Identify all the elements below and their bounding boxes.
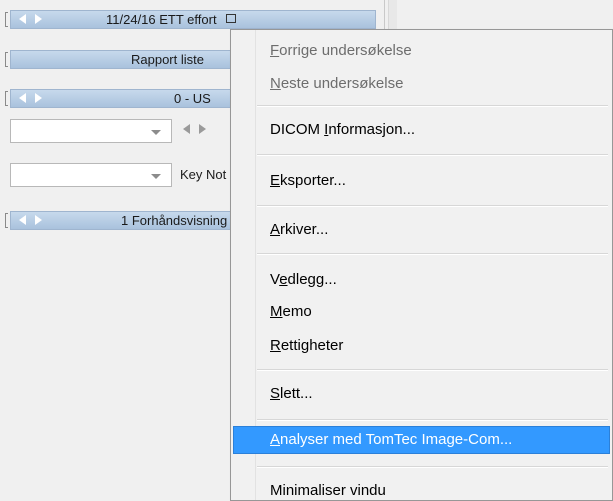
row-checkbox[interactable] [5,52,8,67]
next-gray-icon[interactable] [199,124,206,134]
row-checkbox[interactable] [5,213,8,228]
menu-separator [257,466,608,468]
prev-arrow-icon[interactable] [19,14,26,24]
menu-item-analyze-tomtec[interactable]: Analyser med TomTec Image-Com... [270,431,512,448]
prev-arrow-icon[interactable] [19,93,26,103]
row-checkbox[interactable] [5,91,8,106]
menu-item-delete[interactable]: Slett... [270,385,313,402]
menu-item-minimize-window[interactable]: Minimaliser vindu [270,482,386,499]
menu-item-archive[interactable]: Arkiver... [270,221,328,238]
study-title: 11/24/16 ETT effort [106,12,217,27]
context-menu: Forrige undersøkelse Neste undersøkelse … [230,29,613,501]
next-arrow-icon[interactable] [35,14,42,24]
chevron-down-icon[interactable] [151,130,161,135]
menu-item-permissions[interactable]: Rettigheter [270,337,343,354]
menu-separator [257,154,608,156]
menu-separator [257,253,608,255]
key-note-dropdown[interactable] [10,163,172,187]
next-arrow-icon[interactable] [35,93,42,103]
next-arrow-icon[interactable] [35,215,42,225]
study-bar[interactable]: 11/24/16 ETT effort [10,10,376,29]
menu-item-export[interactable]: Eksporter... [270,172,346,189]
menu-item-previous-study[interactable]: Forrige undersøkelse [270,42,412,59]
row-checkbox[interactable] [5,12,8,27]
menu-item-attachments[interactable]: Vedlegg... [270,271,337,288]
menu-separator [257,369,608,371]
menu-item-dicom-info[interactable]: DICOM Informasjon... [270,121,415,138]
series-dropdown[interactable] [10,119,172,143]
key-note-label: Key Not [180,167,227,182]
menu-item-next-study[interactable]: Neste undersøkelse [270,75,403,92]
menu-separator [257,205,608,207]
prev-arrow-icon[interactable] [19,215,26,225]
menu-separator [257,419,608,421]
chevron-down-icon[interactable] [151,174,161,179]
menu-separator [257,105,608,107]
prev-gray-icon[interactable] [183,124,190,134]
pin-icon[interactable] [226,14,236,23]
menu-item-memo[interactable]: Memo [270,303,312,320]
